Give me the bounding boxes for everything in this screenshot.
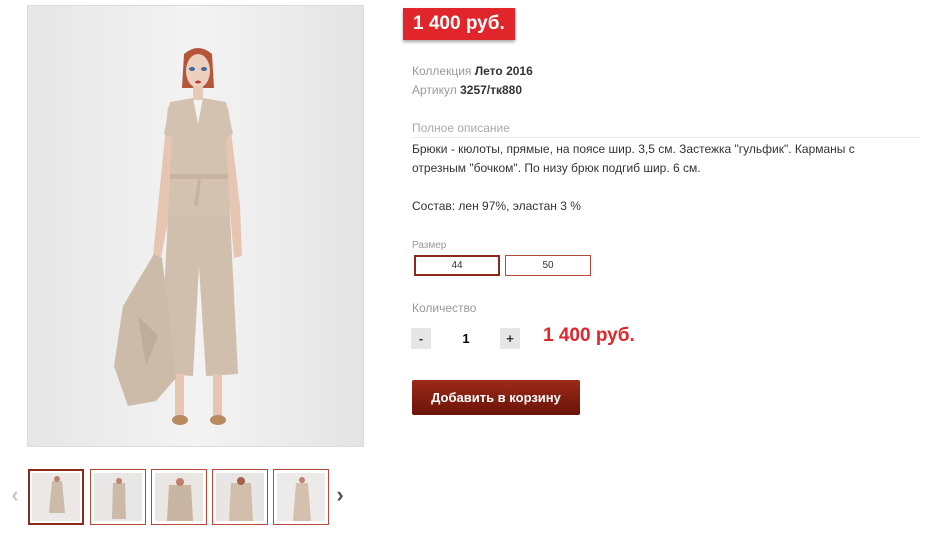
thumbnail-4[interactable] (212, 469, 268, 525)
model-photo-illustration (28, 6, 363, 446)
thumbnail-2[interactable] (90, 469, 146, 525)
total-price: 1 400 руб. (543, 325, 635, 346)
thumbnail-image (216, 473, 264, 521)
quantity-input[interactable] (436, 328, 496, 349)
thumbnail-1[interactable] (28, 469, 84, 525)
size-label: Размер (412, 240, 447, 251)
thumbnail-3[interactable] (151, 469, 207, 525)
collection-value: Лето 2016 (474, 64, 533, 78)
size-option-50[interactable]: 50 (505, 255, 591, 276)
description-body: Брюки - кюлоты, прямые, на поясе шир. 3,… (412, 142, 855, 175)
quantity-increase-button[interactable]: + (500, 328, 520, 349)
main-product-photo[interactable] (27, 5, 364, 447)
add-to-cart-button[interactable]: Добавить в корзину (412, 380, 580, 415)
chevron-right-icon[interactable]: › (333, 483, 347, 507)
collection-label: Коллекция (412, 64, 472, 78)
quantity-decrease-button[interactable]: - (411, 328, 431, 349)
composition-text: Состав: лен 97%, эластан 3 % (412, 199, 581, 213)
quantity-label: Количество (412, 301, 477, 315)
price-badge: 1 400 руб. (403, 8, 515, 40)
collection-row: Коллекция Лето 2016 (412, 64, 533, 78)
thumbnail-image (94, 473, 142, 521)
article-row: Артикул 3257/тк880 (412, 83, 522, 97)
article-label: Артикул (412, 83, 457, 97)
thumbnail-image (155, 473, 203, 521)
description-title: Полное описание (412, 121, 920, 138)
thumbnail-image (277, 473, 325, 521)
description-text: Брюки - кюлоты, прямые, на поясе шир. 3,… (412, 140, 912, 178)
size-option-44[interactable]: 44 (414, 255, 500, 276)
thumbnail-image (32, 473, 80, 521)
article-value: 3257/тк880 (460, 83, 523, 97)
chevron-left-icon[interactable]: ‹ (8, 483, 22, 507)
thumbnail-gallery: ‹ › (0, 461, 360, 531)
thumbnail-5[interactable] (273, 469, 329, 525)
